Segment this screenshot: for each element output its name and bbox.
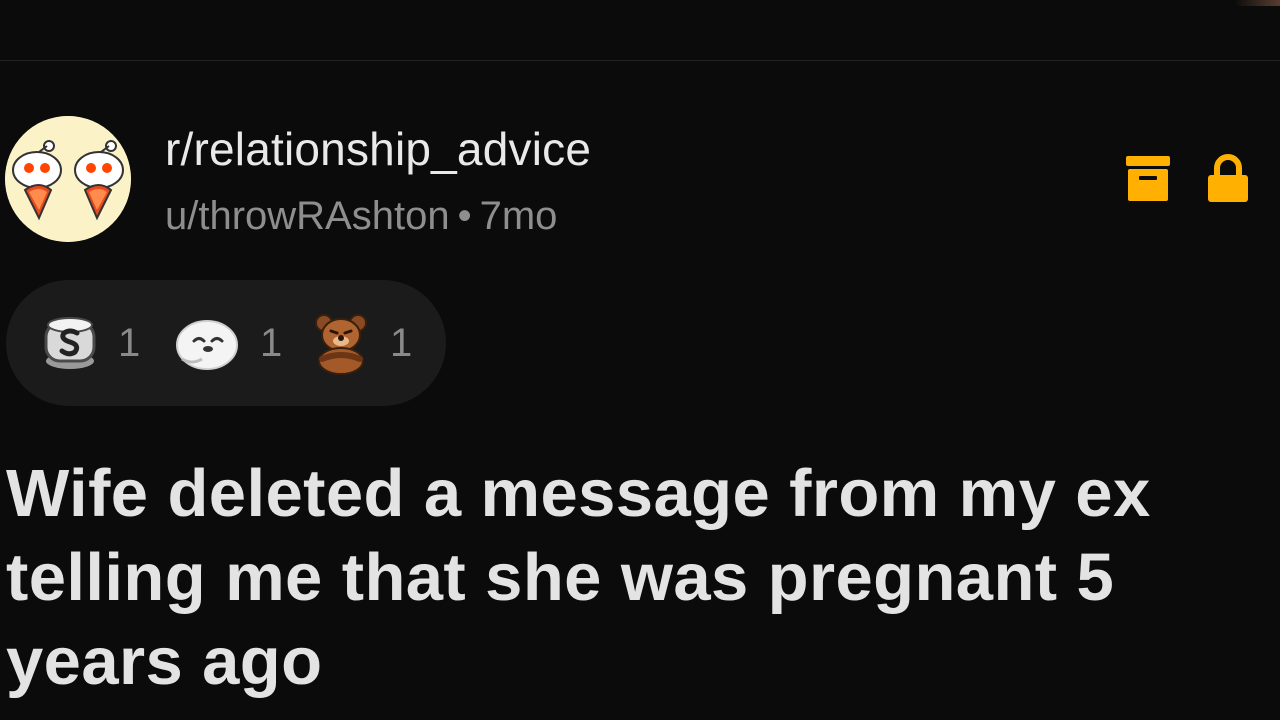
award-count: 1 <box>118 320 141 365</box>
seal-award-icon <box>176 320 238 370</box>
header-icons <box>1124 154 1252 204</box>
post-age: 7mo <box>479 194 558 238</box>
author-name[interactable]: u/throwRAshton <box>165 194 450 238</box>
award-seal[interactable]: 1 <box>174 280 282 406</box>
subreddit-avatar-icon[interactable] <box>5 116 131 242</box>
lock-icon[interactable] <box>1204 154 1252 204</box>
award-count: 1 <box>260 320 283 365</box>
award-bear[interactable]: 1 <box>312 280 412 406</box>
award-count: 1 <box>390 320 413 365</box>
award-silver[interactable]: 1 <box>42 280 140 406</box>
post-header: r/relationship_advice u/throwRAshton • 7mo <box>0 100 1280 260</box>
meta-separator: • <box>457 194 472 238</box>
post-meta: u/throwRAshton • 7mo <box>165 194 557 239</box>
silver-award-icon <box>44 317 96 369</box>
post-title[interactable]: Wife deleted a message from my ex tellin… <box>6 452 1280 704</box>
archive-icon[interactable] <box>1124 154 1172 204</box>
bear-award-icon <box>315 314 367 375</box>
top-bar <box>0 0 1280 61</box>
awards-bar[interactable]: 1 1 1 <box>6 280 446 406</box>
top-corner-art <box>1234 0 1280 6</box>
subreddit-name[interactable]: r/relationship_advice <box>165 122 591 176</box>
